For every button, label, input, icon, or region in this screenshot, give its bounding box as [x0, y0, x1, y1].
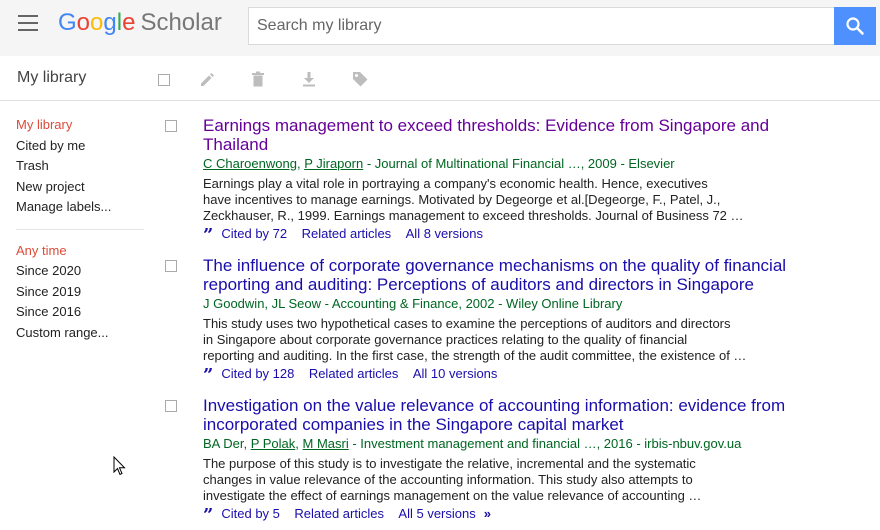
trash-icon[interactable] [249, 70, 267, 88]
time-filter-since-2019[interactable]: Since 2019 [16, 283, 146, 304]
cite-quote-icon[interactable]: ” [203, 367, 213, 385]
result-source: - Journal of Multinational Financial …, … [363, 156, 675, 171]
author-name: JL Seow [271, 296, 322, 311]
related-articles-link[interactable]: Related articles [309, 366, 399, 381]
time-filter-any-time[interactable]: Any time [16, 242, 146, 263]
cite-quote-icon[interactable]: ” [203, 227, 213, 245]
all-versions-link[interactable]: All 10 versions [413, 366, 498, 381]
sidebar-item-trash[interactable]: Trash [16, 157, 146, 178]
library-nav: My library Cited by me Trash New project Man… [16, 116, 146, 219]
snippet-line: have incentives to manage earnings. Moti… [203, 192, 721, 207]
logo-letter: o [76, 9, 91, 36]
result-links: ” Cited by 128 Related articles All 10 ve… [203, 366, 498, 385]
result-title-link[interactable]: Investigation on the value relevance of … [203, 396, 843, 434]
snippet-line: Zeckhauser, R., 1999. Earnings managemen… [203, 208, 744, 223]
result-source: - Accounting & Finance, 2002 - Wiley Onl… [321, 296, 623, 311]
author-name: BA Der [203, 436, 244, 451]
label-icon[interactable] [351, 70, 369, 88]
result-authors-source: J Goodwin, JL Seow - Accounting & Financ… [203, 296, 623, 311]
sidebar-item-cited-by-me[interactable]: Cited by me [16, 137, 146, 158]
time-filter-custom-range[interactable]: Custom range... [16, 324, 146, 345]
author-link[interactable]: P Polak [251, 436, 296, 451]
result-source: - Investment management and financial …,… [348, 436, 742, 451]
top-header: Google Scholar [0, 0, 880, 56]
google-wordmark: Google [58, 9, 135, 36]
search-button[interactable] [834, 7, 876, 45]
result-title-link[interactable]: Earnings management to exceed thresholds… [203, 116, 843, 154]
result-title-line: Earnings management to exceed thresholds… [203, 116, 770, 135]
toolbar-title: My library [17, 69, 87, 86]
result-item: The influence of corporate governance me… [165, 256, 865, 390]
author-link[interactable]: P Jiraporn [304, 156, 363, 171]
result-links: ” Cited by 5 Related articles All 5 versi… [203, 506, 491, 525]
result-title-line: Investigation on the value relevance of … [203, 396, 786, 415]
result-title-line: incorporated companies in the Singapore … [203, 415, 624, 434]
scholar-wordmark: Scholar [140, 9, 222, 36]
time-filter-since-2020[interactable]: Since 2020 [16, 262, 146, 283]
snippet-line: changes in value relevance of the accoun… [203, 472, 693, 487]
result-checkbox[interactable] [165, 260, 177, 272]
mouse-cursor-icon [113, 456, 126, 476]
time-filter-nav: Any time Since 2020 Since 2019 Since 2016 Cu… [16, 242, 146, 345]
sidebar-item-manage-labels[interactable]: Manage labels... [16, 198, 146, 219]
cite-quote-icon[interactable]: ” [203, 507, 213, 525]
logo-letter: G [58, 9, 77, 36]
search-box [248, 7, 834, 45]
result-authors-source: BA Der, P Polak, M Masri - Investment ma… [203, 436, 742, 451]
result-links: ” Cited by 72 Related articles All 8 vers… [203, 226, 483, 245]
hamburger-menu-icon[interactable] [18, 15, 40, 35]
related-articles-link[interactable]: Related articles [294, 506, 384, 521]
sidebar: My library Cited by me Trash New project Man… [16, 116, 146, 344]
result-authors-source: C Charoenwong, P Jiraporn - Journal of M… [203, 156, 675, 171]
result-title-line: Thailand [203, 135, 269, 154]
all-versions-link[interactable]: All 5 versions [398, 506, 475, 521]
all-versions-link[interactable]: All 8 versions [406, 226, 483, 241]
result-title-line: The influence of corporate governance me… [203, 256, 787, 275]
snippet-line: in Singapore about corporate governance … [203, 332, 688, 347]
search-icon [846, 17, 864, 35]
result-snippet: Earnings play a vital role in portraying… [203, 176, 783, 224]
snippet-line: This study uses two hypothetical cases t… [203, 316, 731, 331]
logo-letter: e [122, 9, 136, 36]
cited-by-link[interactable]: Cited by 5 [221, 506, 280, 521]
cited-by-link[interactable]: Cited by 72 [221, 226, 287, 241]
result-item: Investigation on the value relevance of … [165, 396, 865, 530]
result-snippet: This study uses two hypothetical cases t… [203, 316, 783, 364]
snippet-line: investigate the effect of earnings manag… [203, 488, 702, 503]
author-name: J Goodwin [203, 296, 265, 311]
logo-letter: g [103, 9, 117, 36]
author-link[interactable]: M Masri [303, 436, 349, 451]
author-link[interactable]: C Charoenwong [203, 156, 297, 171]
result-checkbox[interactable] [165, 120, 177, 132]
search-input[interactable] [249, 8, 825, 44]
related-articles-link[interactable]: Related articles [302, 226, 392, 241]
snippet-line: reporting and auditing. In the first cas… [203, 348, 747, 363]
cited-by-link[interactable]: Cited by 128 [221, 366, 294, 381]
pencil-icon[interactable] [198, 70, 216, 88]
result-title-link[interactable]: The influence of corporate governance me… [203, 256, 843, 294]
time-filter-since-2016[interactable]: Since 2016 [16, 303, 146, 324]
sidebar-item-new-project[interactable]: New project [16, 178, 146, 199]
result-item: Earnings management to exceed thresholds… [165, 116, 865, 250]
download-icon[interactable] [300, 70, 318, 88]
library-toolbar: My library [0, 57, 880, 101]
result-snippet: The purpose of this study is to investig… [203, 456, 783, 504]
more-options-icon[interactable]: » [484, 506, 491, 522]
select-all-checkbox[interactable] [158, 74, 170, 86]
result-title-line: reporting and auditing: Perceptions of a… [203, 275, 754, 294]
google-scholar-logo[interactable]: Google Scholar [58, 8, 222, 38]
sidebar-divider [16, 228, 144, 230]
logo-letter: o [90, 9, 104, 36]
sidebar-item-my-library[interactable]: My library [16, 116, 146, 137]
snippet-line: The purpose of this study is to investig… [203, 456, 696, 471]
result-checkbox[interactable] [165, 400, 177, 412]
snippet-line: Earnings play a vital role in portraying… [203, 176, 708, 191]
